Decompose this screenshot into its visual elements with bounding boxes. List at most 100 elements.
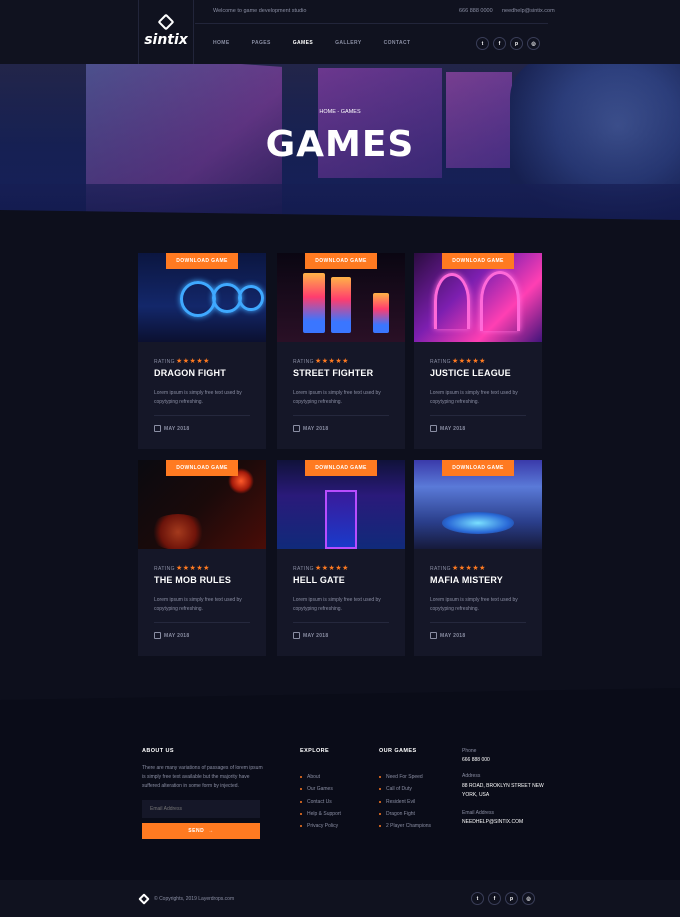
footer-about-text: There are many variations of passages of…	[142, 765, 263, 789]
game-date: MAY 2018	[164, 633, 190, 639]
game-card: DOWNLOAD GAME RATING ★★★★★ MAFIA MISTERY…	[414, 460, 542, 656]
game-date: MAY 2018	[440, 633, 466, 639]
footer-phone[interactable]: 666 888 000	[462, 756, 490, 765]
rating-label: RATING	[293, 566, 314, 572]
header-socials: t f p ◎	[476, 37, 540, 50]
pinterest-icon[interactable]: p	[505, 892, 518, 905]
game-card: DOWNLOAD GAME RATING ★★★★★ STREET FIGHTE…	[277, 253, 405, 449]
game-title[interactable]: STREET FIGHTER	[293, 368, 373, 378]
divider	[430, 415, 526, 416]
calendar-icon	[154, 632, 161, 639]
game-card: DOWNLOAD GAME RATING ★★★★★ THE MOB RULES…	[138, 460, 266, 656]
nav-pages[interactable]: PAGES	[252, 40, 271, 46]
footer-link[interactable]: Privacy Policy	[300, 823, 341, 829]
rating-label: RATING	[293, 359, 314, 365]
email-label: Email Address	[462, 810, 494, 816]
nav-home[interactable]: HOME	[213, 40, 230, 46]
main-nav: HOME PAGES GAMES GALLERY CONTACT	[213, 40, 432, 46]
footer-link[interactable]: Help & Support	[300, 811, 341, 817]
game-date: MAY 2018	[303, 633, 329, 639]
rating-label: RATING	[154, 359, 175, 365]
arrow-right-icon: →	[208, 828, 214, 834]
brand-name: sintix	[144, 32, 188, 48]
logo[interactable]: sintix	[138, 0, 194, 64]
game-date: MAY 2018	[164, 426, 190, 432]
rating-stars: ★★★★★	[176, 565, 210, 572]
footer-about-heading: ABOUT US	[142, 748, 174, 754]
game-title[interactable]: HELL GATE	[293, 575, 345, 585]
rating-label: RATING	[430, 359, 451, 365]
footer-games-heading: OUR GAMES	[379, 748, 417, 754]
footer-explore-heading: EXPLORE	[300, 748, 330, 754]
divider	[154, 622, 250, 623]
divider	[293, 415, 389, 416]
nav-contact[interactable]: CONTACT	[384, 40, 411, 46]
instagram-icon[interactable]: ◎	[522, 892, 535, 905]
footer-link[interactable]: Our Games	[300, 786, 341, 792]
game-description: Lorem ipsum is simply free text used by …	[430, 597, 518, 612]
calendar-icon	[154, 425, 161, 432]
game-card: DOWNLOAD GAME RATING ★★★★★ HELL GATE Lor…	[277, 460, 405, 656]
download-game-button[interactable]: DOWNLOAD GAME	[166, 460, 238, 476]
game-card: DOWNLOAD GAME RATING ★★★★★ DRAGON FIGHT …	[138, 253, 266, 449]
calendar-icon	[293, 425, 300, 432]
footer-link[interactable]: Dragon Fight	[379, 811, 431, 817]
game-date: MAY 2018	[303, 426, 329, 432]
welcome-text: Welcome to game development studio	[213, 8, 307, 14]
nav-games[interactable]: GAMES	[293, 40, 313, 46]
game-date: MAY 2018	[440, 426, 466, 432]
page-title: GAMES	[265, 124, 415, 165]
divider	[430, 622, 526, 623]
rating-stars: ★★★★★	[176, 358, 210, 365]
twitter-icon[interactable]: t	[476, 37, 489, 50]
game-card: DOWNLOAD GAME RATING ★★★★★ JUSTICE LEAGU…	[414, 253, 542, 449]
download-game-button[interactable]: DOWNLOAD GAME	[305, 253, 377, 269]
game-title[interactable]: THE MOB RULES	[154, 575, 231, 585]
calendar-icon	[430, 632, 437, 639]
footer-link[interactable]: About	[300, 774, 341, 780]
calendar-icon	[430, 425, 437, 432]
games-links: Need For Speed Call of Duty Resident Evi…	[379, 774, 431, 835]
rating-label: RATING	[430, 566, 451, 572]
nav-gallery[interactable]: GALLERY	[335, 40, 362, 46]
download-game-button[interactable]: DOWNLOAD GAME	[305, 460, 377, 476]
copyright: © Copyrights, 2019 Layerdrops.com	[154, 896, 235, 902]
header-phone[interactable]: 666 888 0000	[459, 8, 493, 14]
game-description: Lorem ipsum is simply free text used by …	[293, 597, 381, 612]
footer-link[interactable]: Call of Duty	[379, 786, 431, 792]
email-input[interactable]	[142, 800, 260, 818]
game-description: Lorem ipsum is simply free text used by …	[293, 390, 381, 405]
divider	[293, 622, 389, 623]
header-email[interactable]: needhelp@sintix.com	[502, 8, 555, 14]
game-title[interactable]: DRAGON FIGHT	[154, 368, 226, 378]
rating-stars: ★★★★★	[315, 358, 349, 365]
game-title[interactable]: JUSTICE LEAGUE	[430, 368, 511, 378]
send-button[interactable]: SEND →	[142, 823, 260, 839]
address-line-1: 88 ROAD, BROKLYN STREET NEW	[462, 783, 544, 789]
download-game-button[interactable]: DOWNLOAD GAME	[442, 253, 514, 269]
facebook-icon[interactable]: f	[493, 37, 506, 50]
bottom-bar: © Copyrights, 2019 Layerdrops.com t f p …	[0, 880, 680, 917]
footer-link[interactable]: Resident Evil	[379, 799, 431, 805]
divider	[154, 415, 250, 416]
send-label: SEND	[188, 828, 205, 834]
calendar-icon	[293, 632, 300, 639]
game-description: Lorem ipsum is simply free text used by …	[154, 390, 242, 405]
address-line-2: YORK, USA	[462, 792, 490, 798]
game-description: Lorem ipsum is simply free text used by …	[154, 597, 242, 612]
twitter-icon[interactable]: t	[471, 892, 484, 905]
footer-link[interactable]: 2 Player Champions	[379, 823, 431, 829]
download-game-button[interactable]: DOWNLOAD GAME	[442, 460, 514, 476]
footer-link[interactable]: Contact Us	[300, 799, 341, 805]
pinterest-icon[interactable]: p	[510, 37, 523, 50]
footer-socials: t f p ◎	[471, 892, 535, 905]
footer-link[interactable]: Need For Speed	[379, 774, 431, 780]
game-title[interactable]: MAFIA MISTERY	[430, 575, 503, 585]
footer-email[interactable]: NEEDHELP@SINTIX.COM	[462, 818, 523, 827]
rating-stars: ★★★★★	[315, 565, 349, 572]
instagram-icon[interactable]: ◎	[527, 37, 540, 50]
rating-stars: ★★★★★	[452, 358, 486, 365]
facebook-icon[interactable]: f	[488, 892, 501, 905]
logo-icon[interactable]	[138, 893, 150, 905]
download-game-button[interactable]: DOWNLOAD GAME	[166, 253, 238, 269]
